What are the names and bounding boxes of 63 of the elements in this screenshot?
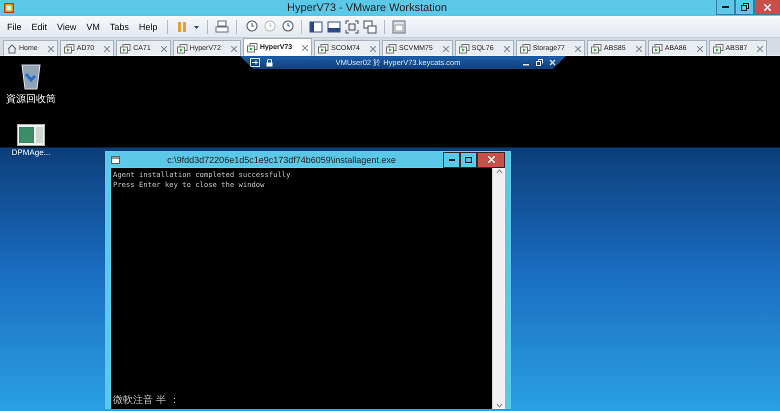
virtual-machine-icon — [176, 44, 188, 54]
scroll-up-icon[interactable] — [496, 168, 502, 175]
console-view-icon[interactable] — [327, 20, 342, 34]
virtual-machine-icon — [652, 44, 663, 54]
minimize-button[interactable] — [443, 152, 460, 168]
close-icon — [488, 156, 494, 163]
maximize-icon — [465, 156, 472, 162]
console-app-icon — [111, 156, 120, 164]
close-icon[interactable] — [370, 46, 376, 52]
close-icon[interactable] — [696, 46, 702, 52]
restore-icon[interactable] — [536, 59, 543, 66]
scroll-down-icon[interactable] — [496, 402, 502, 409]
minimize-icon — [722, 6, 729, 8]
menu-item[interactable]: Help — [136, 22, 160, 32]
close-icon[interactable] — [504, 46, 510, 52]
clock-icon[interactable] — [280, 20, 294, 34]
minimize-button[interactable] — [716, 0, 735, 15]
close-icon[interactable] — [442, 46, 449, 52]
virtual-machine-icon — [520, 44, 531, 54]
close-icon — [764, 4, 770, 10]
close-icon[interactable] — [574, 46, 581, 52]
lock-icon[interactable] — [266, 58, 273, 66]
virtual-machine-icon — [712, 44, 724, 54]
sidebar-icon[interactable] — [309, 20, 324, 34]
close-button[interactable] — [477, 152, 505, 168]
ime-status: 微軟注音 半 ： — [113, 395, 180, 407]
virtual-machine-icon — [458, 44, 470, 54]
windows-icon[interactable] — [363, 20, 378, 34]
close-icon[interactable] — [48, 46, 54, 52]
menu-item[interactable]: VM — [83, 22, 103, 32]
maximize-button[interactable] — [460, 152, 477, 168]
minimize-icon — [448, 158, 454, 160]
close-icon[interactable] — [302, 44, 308, 50]
window-title: HyperV73 - VMware Workstation — [286, 2, 448, 14]
menu-item[interactable]: File — [4, 22, 25, 32]
virtual-machine-icon — [590, 44, 602, 54]
desktop-icon-label: DPMAge... — [12, 148, 50, 157]
close-icon[interactable] — [757, 46, 764, 52]
menu-item[interactable]: Tabs — [106, 22, 132, 32]
close-icon[interactable] — [636, 46, 642, 52]
home-icon — [7, 44, 17, 54]
application-window-icon[interactable] — [17, 124, 45, 146]
virtual-machine-icon — [386, 44, 397, 54]
restore-icon — [740, 3, 748, 11]
virtual-machine-icon — [318, 44, 330, 54]
desktop-icon-label: 資源回收筒 — [6, 93, 56, 106]
menu-item[interactable]: View — [54, 22, 80, 32]
app-logo-icon — [4, 3, 14, 13]
close-icon[interactable] — [230, 46, 237, 52]
console-title: c:\9fdd3d72206e1d5c1e9c173df74b6059\installagent.exe — [166, 154, 397, 164]
virtual-machine-icon — [120, 44, 132, 54]
console-window-icon[interactable] — [392, 20, 406, 34]
clock-icon[interactable] — [244, 20, 258, 34]
virtual-machine-icon — [64, 44, 75, 54]
close-icon[interactable] — [104, 46, 110, 52]
virtual-machine-icon — [246, 42, 258, 52]
fullscreen-icon[interactable] — [345, 20, 360, 34]
scrollbar[interactable] — [492, 168, 505, 409]
restore-button[interactable] — [735, 0, 754, 15]
pin-icon[interactable] — [250, 58, 260, 67]
close-icon[interactable] — [160, 46, 167, 52]
menu-item[interactable]: Edit — [28, 22, 50, 32]
recycle-bin-icon[interactable] — [20, 62, 42, 90]
